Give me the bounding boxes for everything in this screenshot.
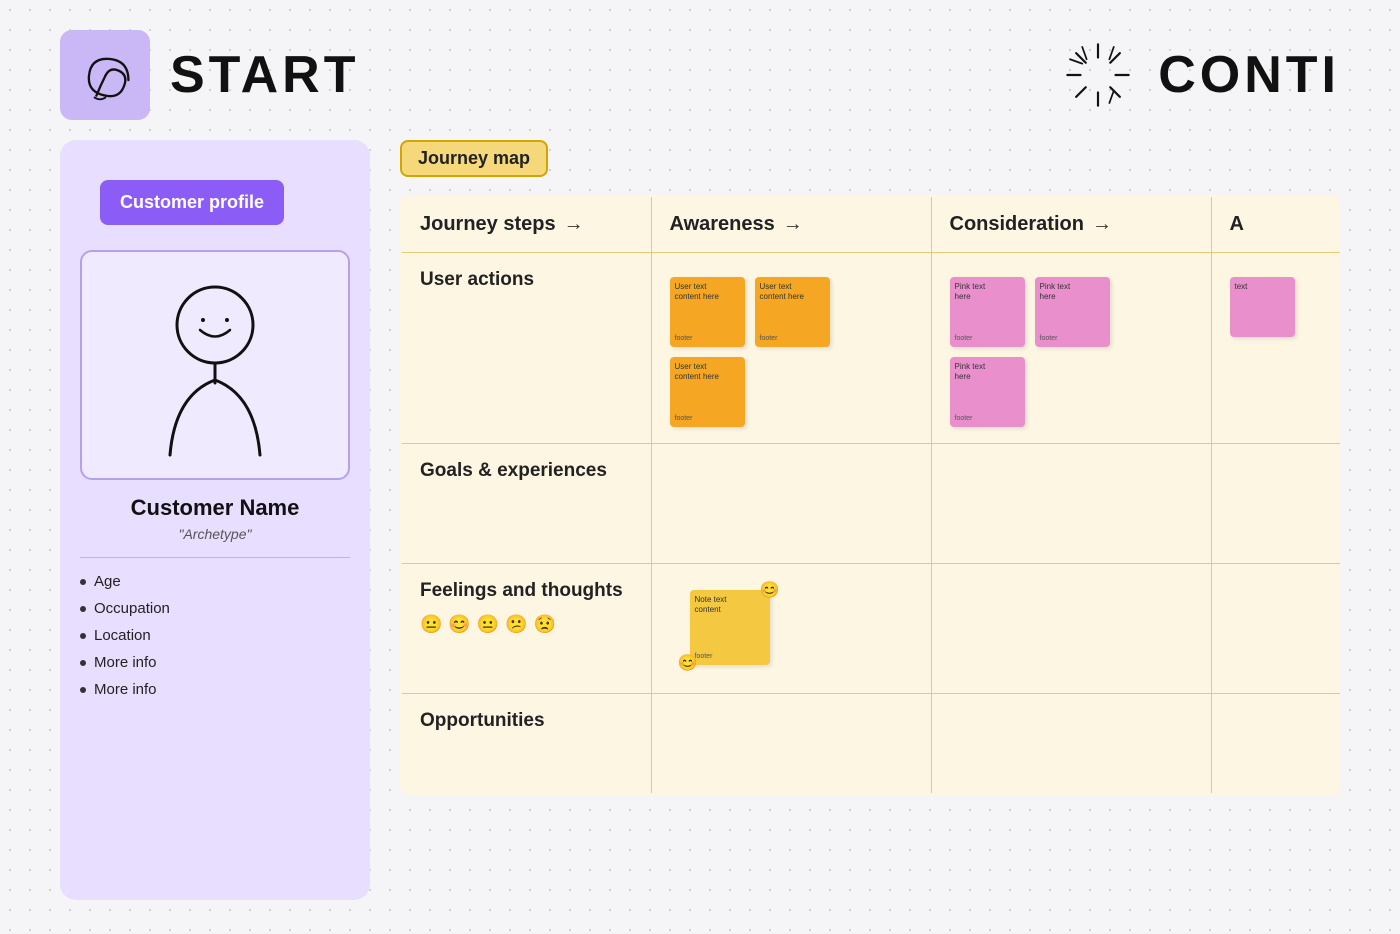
arrow-icon: → <box>783 213 803 236</box>
profile-header-label: Customer profile <box>120 192 264 212</box>
profile-list: Age Occupation Location More info More i… <box>60 573 370 698</box>
list-item-occupation: Occupation <box>80 600 350 617</box>
bullet-icon <box>80 579 86 585</box>
person-avatar <box>140 265 290 465</box>
continue-section: CONTI <box>1058 35 1340 115</box>
header: START <box>0 0 1400 140</box>
emoji-2: 😊 <box>448 614 470 635</box>
cell-awareness-opportunities <box>651 694 931 794</box>
cell-action-user-actions: text <box>1211 253 1340 444</box>
journey-table: Journey steps → Awareness → <box>400 195 1340 795</box>
cell-awareness-feelings: Note textcontent footer 😊 😊 <box>651 564 931 694</box>
profile-divider <box>80 557 350 558</box>
note-text: User textcontent here <box>675 362 740 383</box>
note-text: Pink texthere <box>955 282 1020 303</box>
cell-action-opportunities <box>1211 694 1340 794</box>
cell-steps-feelings: Feelings and thoughts 😐 😊 😐 😕 😟 <box>401 564 651 694</box>
note-footer: footer <box>675 415 693 422</box>
sticky-note-feelings[interactable]: Note textcontent footer <box>690 590 770 665</box>
note-footer: footer <box>955 335 973 342</box>
note-footer: footer <box>760 335 778 342</box>
list-item-location: Location <box>80 627 350 644</box>
journey-map-label: Journey map <box>418 148 530 168</box>
emoji-5: 😟 <box>534 614 556 635</box>
burst-icon <box>1058 35 1138 115</box>
avatar-container <box>80 250 350 480</box>
customer-profile-panel: Customer profile Custom <box>60 140 370 900</box>
note-text: text <box>1235 282 1290 291</box>
profile-header-badge: Customer profile <box>100 180 284 225</box>
customer-archetype: "Archetype" <box>60 526 370 542</box>
start-title: START <box>170 45 359 105</box>
bullet-icon <box>80 660 86 666</box>
sticky-note[interactable]: text <box>1230 277 1295 337</box>
note-text: Pink texthere <box>1040 282 1105 303</box>
emoji-face-left: 😊 <box>678 653 698 673</box>
arrow-icon: → <box>564 213 584 236</box>
note-text: Note textcontent <box>695 595 765 616</box>
emoji-1: 😐 <box>420 614 442 635</box>
table-row-feelings: Feelings and thoughts 😐 😊 😐 😕 😟 <box>401 564 1340 694</box>
table-row-user-actions: User actions User textcontent here foote… <box>401 253 1340 444</box>
journey-map-container: Journey map Journey steps → <box>400 140 1340 934</box>
sticky-note[interactable]: Pink texthere footer <box>950 357 1025 427</box>
note-text: User textcontent here <box>760 282 825 303</box>
table-row-opportunities: Opportunities <box>401 694 1340 794</box>
emoji-face-right: 😊 <box>760 580 780 600</box>
bullet-icon <box>80 633 86 639</box>
sticky-notes-awareness: User textcontent here footer User textco… <box>670 269 913 427</box>
note-footer: footer <box>955 415 973 422</box>
arrow-icon: → <box>1092 213 1112 236</box>
bullet-icon <box>80 606 86 612</box>
table-header-row: Journey steps → Awareness → <box>401 196 1340 253</box>
sticky-notes-consideration: Pink texthere footer Pink texthere foote… <box>950 269 1193 427</box>
col-header-action: A <box>1211 196 1340 253</box>
list-item-more1: More info <box>80 654 350 671</box>
emoji-4: 😕 <box>505 614 527 635</box>
cell-action-feelings <box>1211 564 1340 694</box>
start-icon <box>78 48 133 103</box>
table-row-goals: Goals & experiences <box>401 444 1340 564</box>
main-content: Customer profile Custom <box>0 140 1400 934</box>
sticky-note[interactable]: Pink texthere footer <box>1035 277 1110 347</box>
cell-steps-goals: Goals & experiences <box>401 444 651 564</box>
cell-awareness-user-actions: User textcontent here footer User textco… <box>651 253 931 444</box>
emoji-scale: 😐 😊 😐 😕 😟 <box>420 614 633 635</box>
col-header-consideration: Consideration → <box>931 196 1211 253</box>
cell-steps-opportunities: Opportunities <box>401 694 651 794</box>
cell-consideration-goals <box>931 444 1211 564</box>
start-section: START <box>60 30 359 120</box>
emoji-3: 😐 <box>477 614 499 635</box>
cell-consideration-opportunities <box>931 694 1211 794</box>
cell-consideration-user-actions: Pink texthere footer Pink texthere foote… <box>931 253 1211 444</box>
continue-title: CONTI <box>1158 45 1340 105</box>
note-text: User textcontent here <box>675 282 740 303</box>
bullet-icon <box>80 687 86 693</box>
cell-awareness-goals <box>651 444 931 564</box>
list-item-more2: More info <box>80 681 350 698</box>
col-header-steps: Journey steps → <box>401 196 651 253</box>
sticky-note[interactable]: User textcontent here footer <box>755 277 830 347</box>
customer-name: Customer Name <box>80 495 350 521</box>
start-icon-box <box>60 30 150 120</box>
cell-consideration-feelings <box>931 564 1211 694</box>
sticky-note[interactable]: User textcontent here footer <box>670 357 745 427</box>
note-footer: footer <box>1040 335 1058 342</box>
sticky-note[interactable]: Pink texthere footer <box>950 277 1025 347</box>
journey-table-wrapper[interactable]: Journey steps → Awareness → <box>400 195 1340 795</box>
list-item-age: Age <box>80 573 350 590</box>
col-header-awareness: Awareness → <box>651 196 931 253</box>
cell-steps-user-actions: User actions <box>401 253 651 444</box>
note-footer: footer <box>675 335 693 342</box>
journey-map-badge: Journey map <box>400 140 548 177</box>
sticky-note[interactable]: User textcontent here footer <box>670 277 745 347</box>
note-text: Pink texthere <box>955 362 1020 383</box>
cell-action-goals <box>1211 444 1340 564</box>
